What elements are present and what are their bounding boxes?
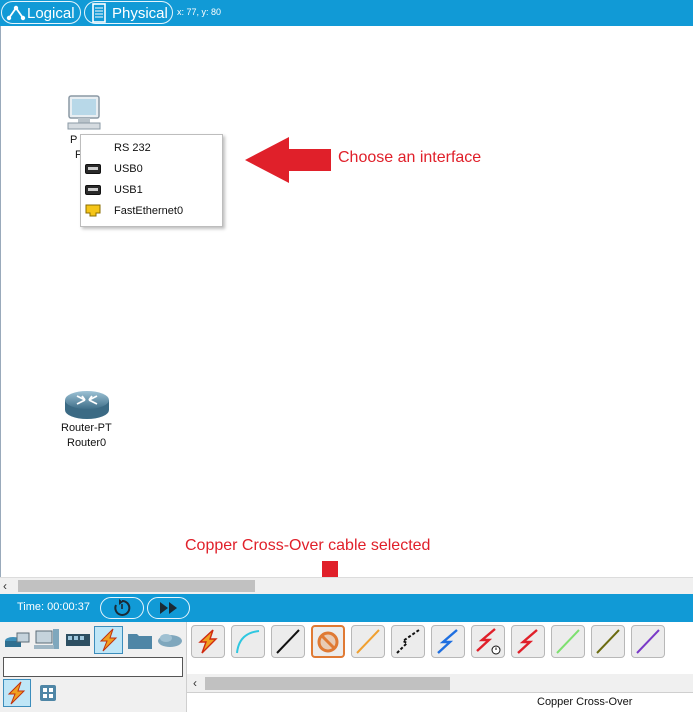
menu-item-fastethernet0[interactable]: FastEthernet0 [81, 201, 222, 222]
lightning-icon [7, 681, 26, 705]
menu-item-label: USB1 [114, 184, 143, 196]
physical-view-button[interactable]: Physical [84, 1, 173, 24]
misc-folder-icon[interactable] [126, 627, 154, 653]
fast-forward-icon [160, 602, 177, 614]
cursor-coordinates: x: 77, y: 80 [177, 7, 222, 17]
cable-phone-button[interactable] [391, 625, 425, 658]
console-cable-icon [236, 630, 260, 654]
straight-cable-icon [276, 629, 300, 654]
fast-forward-time-button[interactable] [147, 597, 190, 619]
logical-topology-icon [6, 5, 26, 21]
pc-device-icon[interactable] [65, 94, 105, 134]
multiuser-cloud-icon[interactable] [156, 627, 184, 653]
cable-coaxial-button[interactable] [431, 625, 465, 658]
iot-cable-icon [596, 629, 620, 654]
cable-usb-button[interactable] [631, 625, 665, 658]
serial-dce-icon [476, 628, 501, 655]
end-devices-icon[interactable] [33, 627, 61, 653]
workspace-horizontal-scrollbar[interactable]: ‹ [0, 577, 693, 594]
interface-context-menu: RS 232 USB0 USB1 FastEthernet0 [80, 134, 223, 227]
rack-icon [92, 3, 106, 23]
cable-serial-dte-button[interactable] [511, 625, 545, 658]
scroll-thumb[interactable] [205, 677, 450, 690]
menu-item-rs232[interactable]: RS 232 [81, 138, 222, 159]
menu-item-label: RS 232 [114, 142, 151, 154]
time-bar: Time: 00:00:37 [0, 594, 693, 622]
scroll-left-arrow-icon[interactable]: ‹ [193, 676, 197, 690]
router-name-label: Router0 [67, 437, 107, 449]
simulation-time: Time: 00:00:37 [17, 601, 90, 613]
cable-copper-straight-button[interactable] [271, 625, 305, 658]
usb-port-icon [85, 164, 101, 174]
menu-item-usb1[interactable]: USB1 [81, 180, 222, 201]
pc-label: P [70, 134, 78, 146]
scroll-left-arrow-icon[interactable]: ‹ [3, 579, 7, 593]
menu-item-label: USB0 [114, 163, 143, 175]
cable-console-button[interactable] [231, 625, 265, 658]
cable-horizontal-scrollbar[interactable]: ‹ [187, 674, 693, 692]
connections-category-button[interactable] [94, 626, 123, 654]
device-category-panel [0, 622, 187, 712]
lightning-icon [198, 629, 218, 654]
scroll-thumb[interactable] [18, 580, 255, 592]
logical-view-label: Logical [27, 5, 75, 22]
cable-fiber-button[interactable] [351, 625, 385, 658]
top-toolbar: Logical Physical x: 77, y: 80 [0, 0, 693, 26]
logical-view-button[interactable]: Logical [1, 1, 81, 24]
cross-over-cable-icon [317, 631, 339, 653]
reset-cycle-icon [114, 599, 131, 616]
coaxial-cable-icon [437, 629, 458, 654]
power-cycle-button[interactable] [100, 597, 144, 619]
usb-port-icon [85, 185, 101, 195]
components-icon[interactable] [64, 627, 92, 653]
annotation-cable-selected: Copper Cross-Over cable selected [185, 537, 431, 554]
cable-copper-cross-over-button[interactable] [311, 625, 345, 658]
panel-divider [187, 692, 693, 693]
selected-cable-name: Copper Cross-Over [537, 696, 633, 708]
router-model-label: Router-PT [61, 422, 112, 434]
grid-subcategory-icon[interactable] [40, 685, 56, 701]
fiber-cable-icon [356, 629, 380, 654]
connections-subcategory-button[interactable] [3, 679, 31, 707]
device-selection-panel: ‹ Copper Cross-Over [0, 622, 693, 712]
router-device-icon[interactable] [63, 388, 111, 422]
physical-view-label: Physical [112, 5, 168, 22]
ethernet-port-icon [85, 204, 101, 217]
phone-cable-icon [396, 629, 420, 654]
cable-serial-dce-button[interactable] [471, 625, 505, 658]
menu-item-label: FastEthernet0 [114, 205, 184, 217]
menu-item-usb0[interactable]: USB0 [81, 159, 222, 180]
cable-octal-button[interactable] [551, 625, 585, 658]
device-search-input[interactable] [3, 657, 183, 677]
network-devices-icon[interactable] [3, 627, 31, 653]
serial-dte-icon [517, 629, 538, 654]
usb-cable-icon [636, 629, 660, 654]
cable-selection-panel: ‹ Copper Cross-Over [187, 622, 693, 712]
logical-workspace[interactable]: P F Router-PT Router0 RS 232 USB0 USB1 F… [0, 26, 693, 618]
octal-cable-icon [556, 629, 580, 654]
annotation-choose-interface: Choose an interface [338, 149, 482, 166]
lightning-icon [99, 628, 118, 652]
cable-iot-button[interactable] [591, 625, 625, 658]
cable-automatic-button[interactable] [191, 625, 225, 658]
red-arrow-left-icon [245, 137, 331, 183]
